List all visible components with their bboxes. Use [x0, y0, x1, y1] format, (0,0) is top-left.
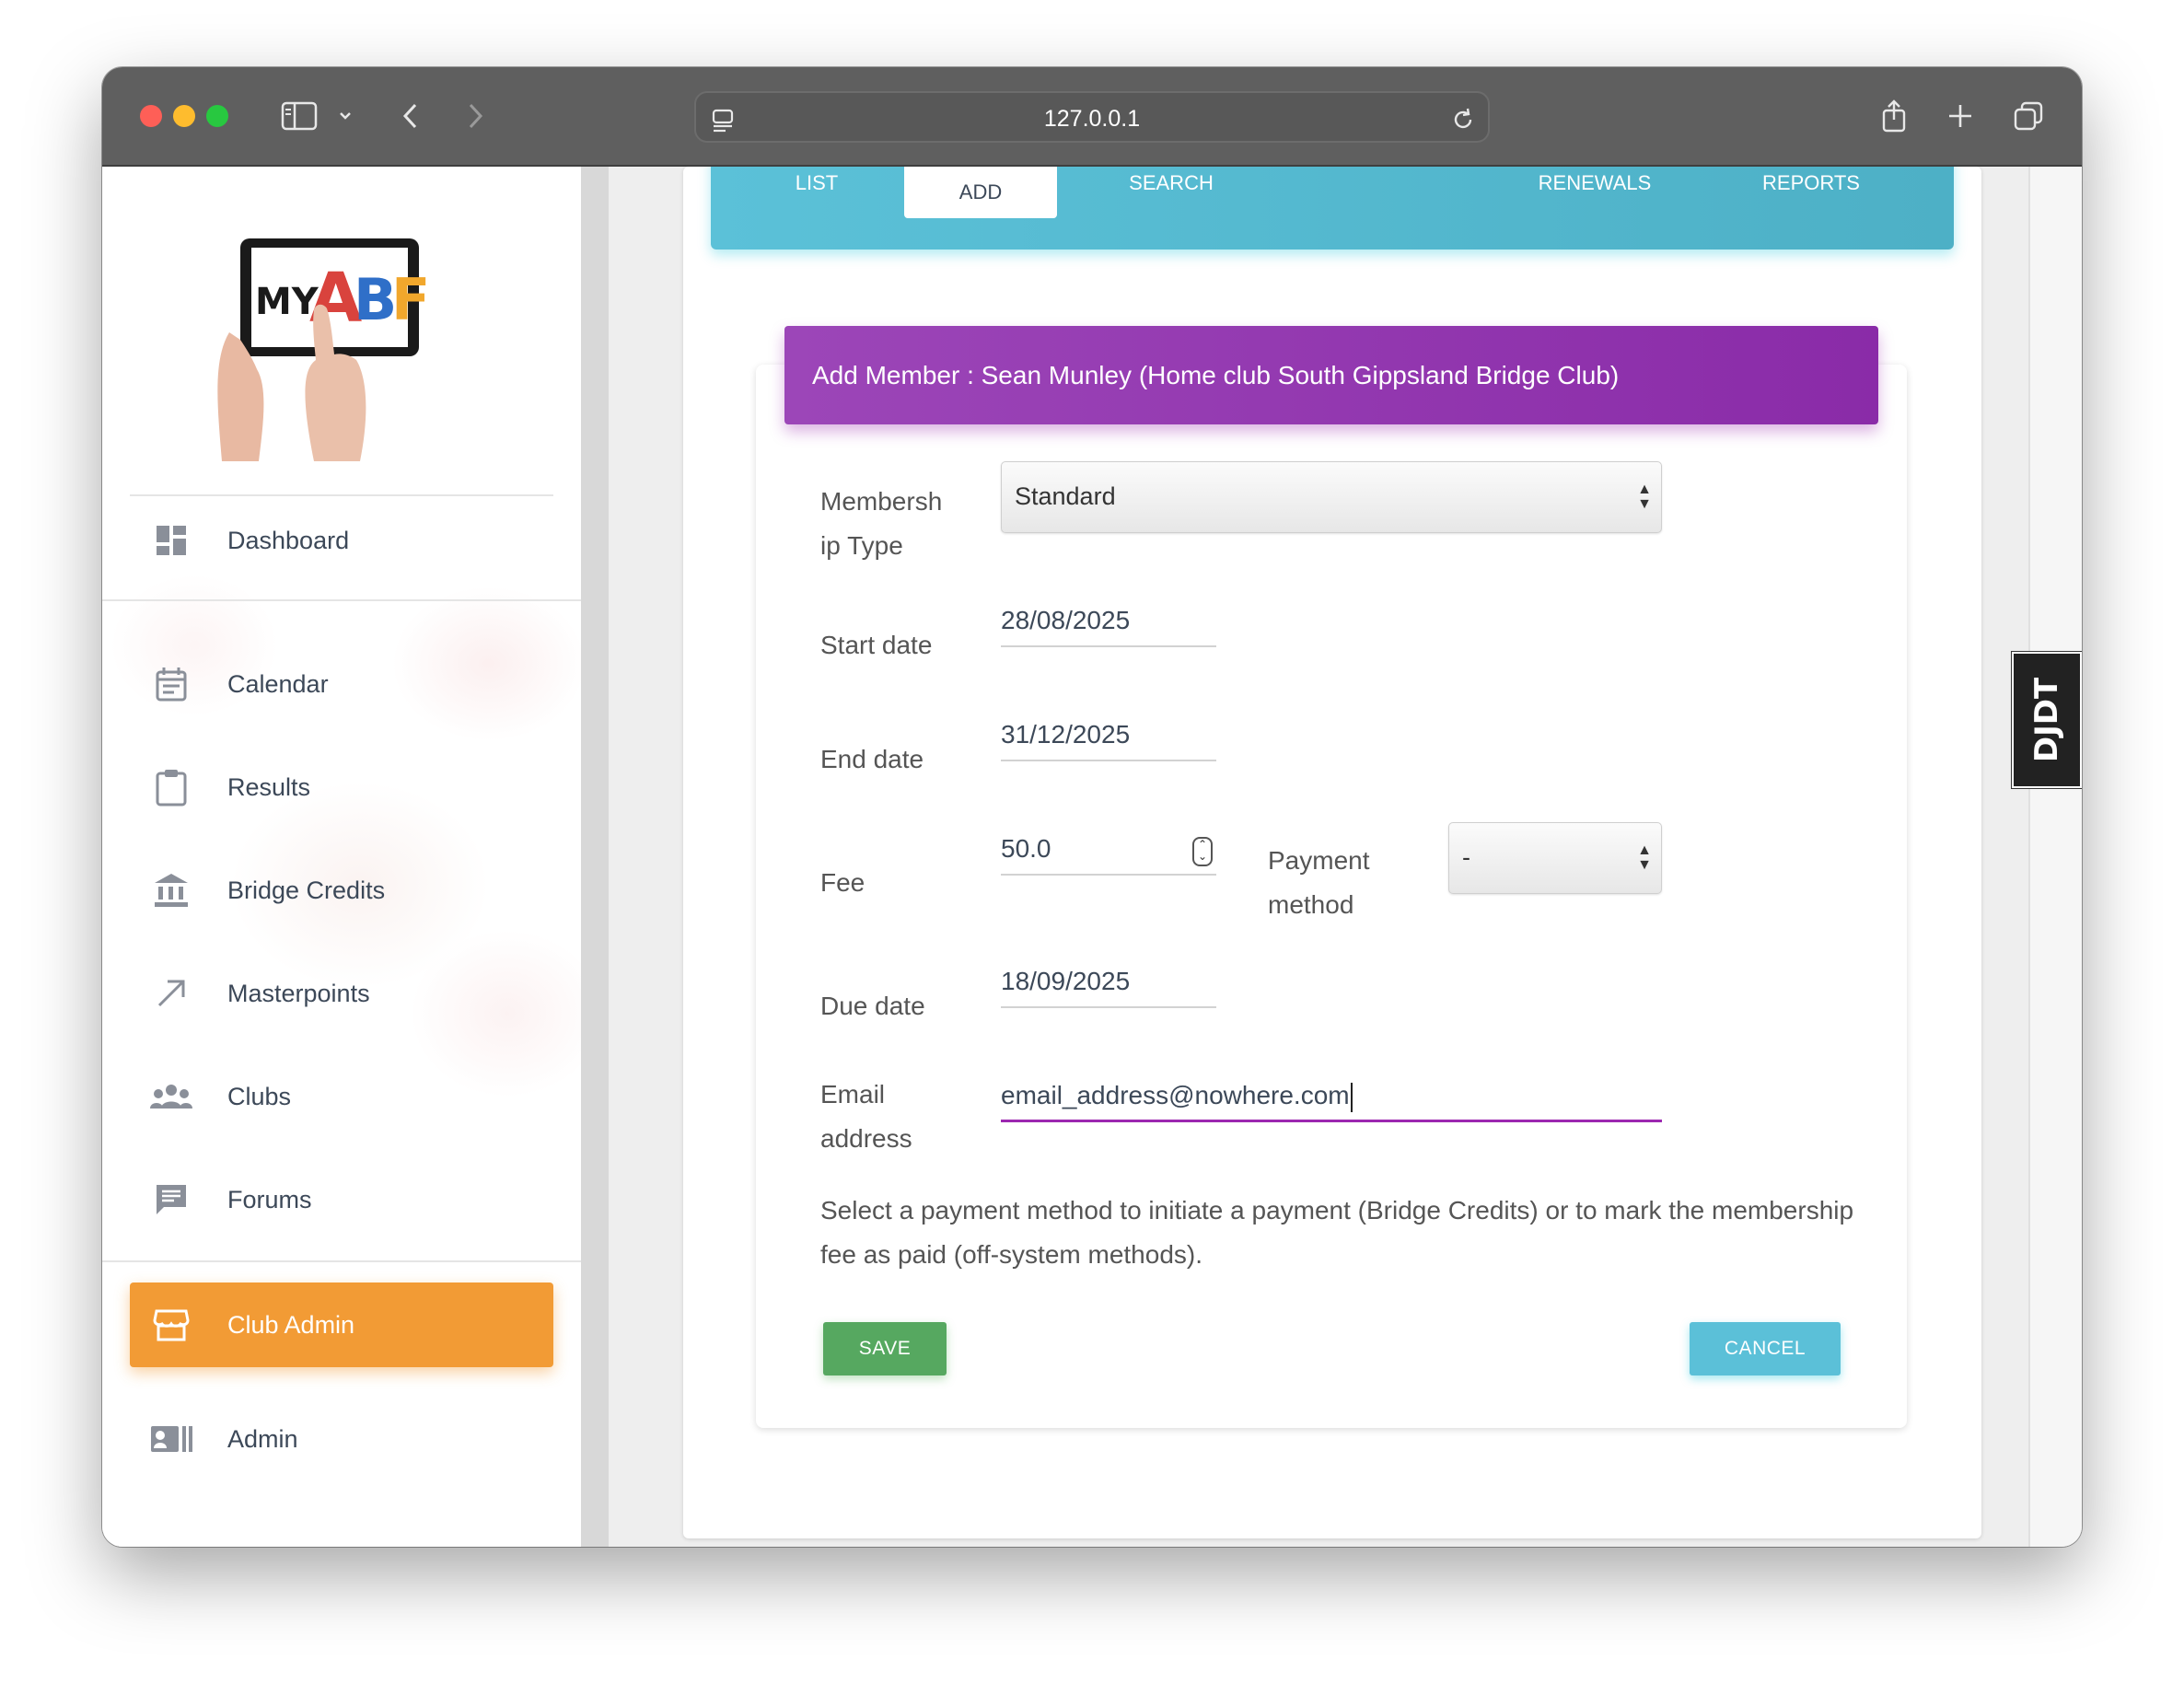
- browser-titlebar: 127.0.0.1: [102, 67, 2082, 167]
- url-text: 127.0.0.1: [1043, 106, 1141, 132]
- start-date-label: Start date: [820, 631, 933, 659]
- sidebar-item-forums[interactable]: Forums: [130, 1163, 553, 1236]
- maximize-window-button[interactable]: [206, 105, 228, 127]
- label-line: address: [820, 1124, 912, 1153]
- email-label: Email address: [820, 1073, 912, 1161]
- select-value: Standard: [1015, 482, 1116, 510]
- sidebar-item-masterpoints[interactable]: Masterpoints: [130, 957, 553, 1030]
- bank-icon: [148, 867, 194, 913]
- chat-icon: [148, 1177, 194, 1223]
- select-value: -: [1462, 843, 1470, 871]
- form-header: Add Member : Sean Munley (Home club Sout…: [784, 326, 1878, 424]
- sidebar-toggle-icon[interactable]: [279, 95, 319, 137]
- payment-help-text: Select a payment method to initiate a pa…: [820, 1196, 1854, 1269]
- sidebar-item-label: Dashboard: [227, 526, 350, 554]
- number-stepper-icon[interactable]: ⌃ ⌄: [1192, 837, 1213, 866]
- tab-renewals[interactable]: RENEWALS: [1521, 167, 1668, 200]
- clipboard-icon: [148, 764, 194, 810]
- admin-badge-icon: [148, 1416, 194, 1462]
- sidebar-item-clubs[interactable]: Clubs: [130, 1060, 553, 1133]
- chevron-down-icon[interactable]: [336, 95, 354, 137]
- label-line: ip Type: [820, 531, 903, 560]
- sidebar-item-label: Calendar: [227, 669, 329, 698]
- tab-list[interactable]: LIST: [766, 167, 867, 200]
- minimize-window-button[interactable]: [173, 105, 195, 127]
- sidebar-item-label: Admin: [227, 1424, 298, 1453]
- select-arrows-icon: ▲ ▼: [1637, 842, 1652, 873]
- membership-type-label: Membersh ip Type: [820, 480, 942, 568]
- group-icon: [148, 1074, 194, 1120]
- member-tabs-bar: LIST ADD SEARCH RENEWALS REPORTS: [711, 167, 1954, 250]
- store-icon: [148, 1302, 194, 1348]
- fee-value: 50.0: [1001, 834, 1051, 863]
- djdt-label: DJDT: [2028, 677, 2066, 763]
- sidebar-divider: [102, 599, 581, 601]
- tab-reports[interactable]: REPORTS: [1742, 167, 1880, 200]
- email-value: email_address@nowhere.com: [1001, 1081, 1350, 1109]
- svg-text:F: F: [391, 266, 430, 333]
- sidebar-item-label: Bridge Credits: [227, 876, 386, 904]
- browser-window: 127.0.0.1 MY A B F Dashboard Calendar Re…: [102, 67, 2082, 1547]
- form-title: Add Member : Sean Munley (Home club Sout…: [812, 361, 1620, 389]
- sidebar-item-label: Clubs: [227, 1082, 292, 1110]
- dashboard-icon: [148, 517, 194, 563]
- django-debug-toolbar-handle[interactable]: DJDT: [2011, 651, 2082, 789]
- calendar-icon: [148, 661, 194, 707]
- label-line: Membersh: [820, 487, 943, 516]
- new-tab-icon[interactable]: [1942, 95, 1979, 137]
- sidebar-item-calendar[interactable]: Calendar: [130, 647, 553, 721]
- text-caret: [1350, 1082, 1353, 1112]
- address-bar[interactable]: 127.0.0.1: [694, 91, 1490, 143]
- forward-icon[interactable]: [463, 95, 487, 137]
- label-line: Payment: [1268, 846, 1370, 875]
- sidebar-divider: [130, 494, 553, 496]
- sidebar-gutter: [581, 167, 609, 1547]
- sidebar-item-admin[interactable]: Admin: [130, 1402, 553, 1476]
- sidebar-item-label: Club Admin: [227, 1310, 355, 1339]
- reload-icon[interactable]: [1449, 99, 1477, 141]
- sidebar-item-label: Results: [227, 772, 311, 801]
- tab-add[interactable]: ADD: [904, 167, 1057, 218]
- sidebar-divider: [102, 1260, 581, 1262]
- page-content: MY A B F Dashboard Calendar Results Brid…: [102, 167, 2082, 1547]
- sidebar-item-label: Masterpoints: [227, 979, 370, 1007]
- close-window-button[interactable]: [140, 105, 162, 127]
- tab-search[interactable]: SEARCH: [1098, 167, 1245, 200]
- sidebar-item-results[interactable]: Results: [130, 750, 553, 824]
- end-date-input[interactable]: 31/12/2025: [1001, 715, 1216, 761]
- myabf-logo[interactable]: MY A B F: [176, 231, 489, 470]
- sidebar-item-club-admin[interactable]: Club Admin: [130, 1283, 553, 1367]
- fee-label: Fee: [820, 868, 865, 897]
- fee-input[interactable]: 50.0 ⌃ ⌄: [1001, 830, 1216, 876]
- sidebar-item-label: Forums: [227, 1185, 312, 1213]
- end-date-label: End date: [820, 745, 924, 773]
- due-date-input[interactable]: 18/09/2025: [1001, 962, 1216, 1008]
- start-date-input[interactable]: 28/08/2025: [1001, 601, 1216, 647]
- share-icon[interactable]: [1876, 95, 1912, 137]
- select-arrows-icon: ▲ ▼: [1637, 482, 1652, 512]
- back-icon[interactable]: [399, 95, 423, 137]
- label-line: method: [1268, 890, 1354, 919]
- payment-method-select[interactable]: - ▲ ▼: [1448, 822, 1662, 894]
- membership-type-select[interactable]: Standard ▲ ▼: [1001, 461, 1662, 533]
- sidebar-item-dashboard[interactable]: Dashboard: [130, 504, 553, 577]
- cancel-button[interactable]: CANCEL: [1690, 1322, 1841, 1375]
- right-gutter: [2028, 167, 2082, 1547]
- due-date-label: Due date: [820, 992, 925, 1020]
- email-input[interactable]: email_address@nowhere.com: [1001, 1076, 1662, 1122]
- save-button[interactable]: SAVE: [823, 1322, 947, 1375]
- label-line: Email: [820, 1080, 886, 1108]
- arrow-up-right-icon: [148, 970, 194, 1016]
- tab-overview-icon[interactable]: [2010, 95, 2047, 137]
- payment-method-label: Payment method: [1268, 839, 1370, 927]
- sidebar: MY A B F Dashboard Calendar Results Brid…: [102, 167, 581, 1547]
- sidebar-item-bridge-credits[interactable]: Bridge Credits: [130, 853, 553, 927]
